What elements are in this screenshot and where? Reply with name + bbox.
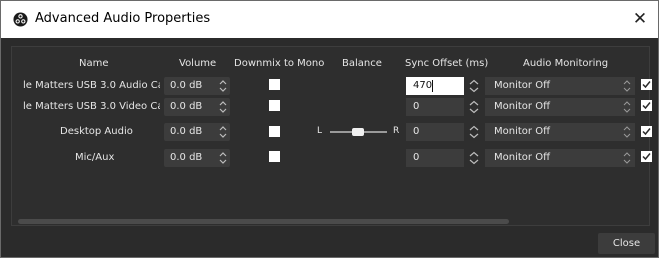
audio-monitoring-select[interactable]: Monitor Off (485, 77, 635, 95)
downmix-checkbox[interactable] (269, 151, 280, 162)
column-header-downmix: Downmix to Mono (234, 58, 325, 69)
audio-monitoring-select[interactable]: Monitor Off (485, 123, 635, 141)
dropdown-arrows-icon (623, 152, 631, 164)
sync-offset-spinbox[interactable]: 0 (406, 149, 482, 167)
audio-monitoring-value: Monitor Off (494, 126, 550, 137)
volume-spinbox[interactable]: 0.0 dB (164, 77, 230, 95)
sync-offset-value: 0 (413, 152, 420, 163)
downmix-checkbox[interactable] (269, 100, 280, 111)
spin-arrows-icon[interactable] (468, 124, 480, 140)
balance-right-label: R (393, 126, 400, 136)
volume-value: 0.0 dB (170, 152, 203, 163)
dropdown-arrows-icon (623, 80, 631, 92)
sync-offset-spinbox[interactable]: 0 (406, 123, 482, 141)
volume-spinbox[interactable]: 0.0 dB (164, 149, 230, 167)
downmix-checkbox[interactable] (269, 126, 280, 137)
volume-spinbox[interactable]: 0.0 dB (164, 123, 230, 141)
spin-arrows-icon[interactable] (468, 99, 480, 115)
sync-offset-spinbox[interactable]: 470 (406, 77, 482, 95)
title-bar: Advanced Audio Properties ✕ (1, 1, 658, 38)
audio-monitoring-value: Monitor Off (494, 152, 550, 163)
volume-spinbox[interactable]: 0.0 dB (164, 98, 230, 116)
sync-offset-field[interactable]: 470 (406, 77, 464, 95)
sync-offset-field[interactable]: 0 (406, 98, 464, 116)
close-icon[interactable]: ✕ (630, 9, 650, 29)
spin-arrows-icon[interactable] (468, 78, 480, 94)
audio-monitoring-value: Monitor Off (494, 101, 550, 112)
downmix-checkbox[interactable] (269, 79, 280, 90)
spin-arrows-icon[interactable] (218, 124, 228, 140)
sync-offset-field[interactable]: 0 (406, 149, 464, 167)
dropdown-arrows-icon (623, 101, 631, 113)
horizontal-scrollbar[interactable] (18, 219, 509, 224)
advanced-audio-properties-window: Advanced Audio Properties ✕ Name Volume … (0, 0, 659, 258)
source-name: Mic/Aux (75, 152, 115, 163)
audio-monitoring-select[interactable]: Monitor Off (485, 149, 635, 167)
enabled-checkbox[interactable] (641, 79, 652, 90)
column-header-name: Name (79, 58, 109, 69)
spin-arrows-icon[interactable] (218, 78, 228, 94)
sync-offset-value: 0 (413, 101, 420, 112)
column-header-volume: Volume (179, 58, 217, 69)
sync-offset-spinbox[interactable]: 0 (406, 98, 482, 116)
text-caret (432, 80, 433, 92)
source-name: Desktop Audio (60, 126, 133, 137)
balance-slider[interactable]: L R (317, 125, 403, 139)
audio-monitoring-value: Monitor Off (494, 80, 550, 91)
enabled-checkbox[interactable] (641, 151, 652, 162)
sync-offset-value: 0 (413, 126, 420, 137)
spin-arrows-icon[interactable] (468, 150, 480, 166)
column-header-balance: Balance (342, 58, 382, 69)
source-name: le Matters USB 3.0 Audio Capt (23, 80, 160, 91)
sync-offset-field[interactable]: 0 (406, 123, 464, 141)
balance-left-label: L (317, 126, 323, 136)
column-header-audio-monitoring: Audio Monitoring (523, 58, 609, 69)
audio-monitoring-select[interactable]: Monitor Off (485, 98, 635, 116)
volume-value: 0.0 dB (170, 126, 203, 137)
sync-offset-value: 470 (413, 80, 433, 91)
enabled-checkbox[interactable] (641, 100, 652, 111)
close-button[interactable]: Close (598, 233, 655, 254)
column-header-sync-offset: Sync Offset (ms) (405, 58, 489, 69)
source-name: le Matters USB 3.0 Video Capt (23, 101, 160, 112)
window-title: Advanced Audio Properties (35, 11, 211, 26)
dropdown-arrows-icon (623, 126, 631, 138)
volume-value: 0.0 dB (170, 101, 203, 112)
obs-logo-icon (13, 12, 28, 27)
balance-handle[interactable] (352, 128, 364, 136)
spin-arrows-icon[interactable] (218, 99, 228, 115)
volume-value: 0.0 dB (170, 80, 203, 91)
spin-arrows-icon[interactable] (218, 150, 228, 166)
enabled-checkbox[interactable] (641, 126, 652, 137)
